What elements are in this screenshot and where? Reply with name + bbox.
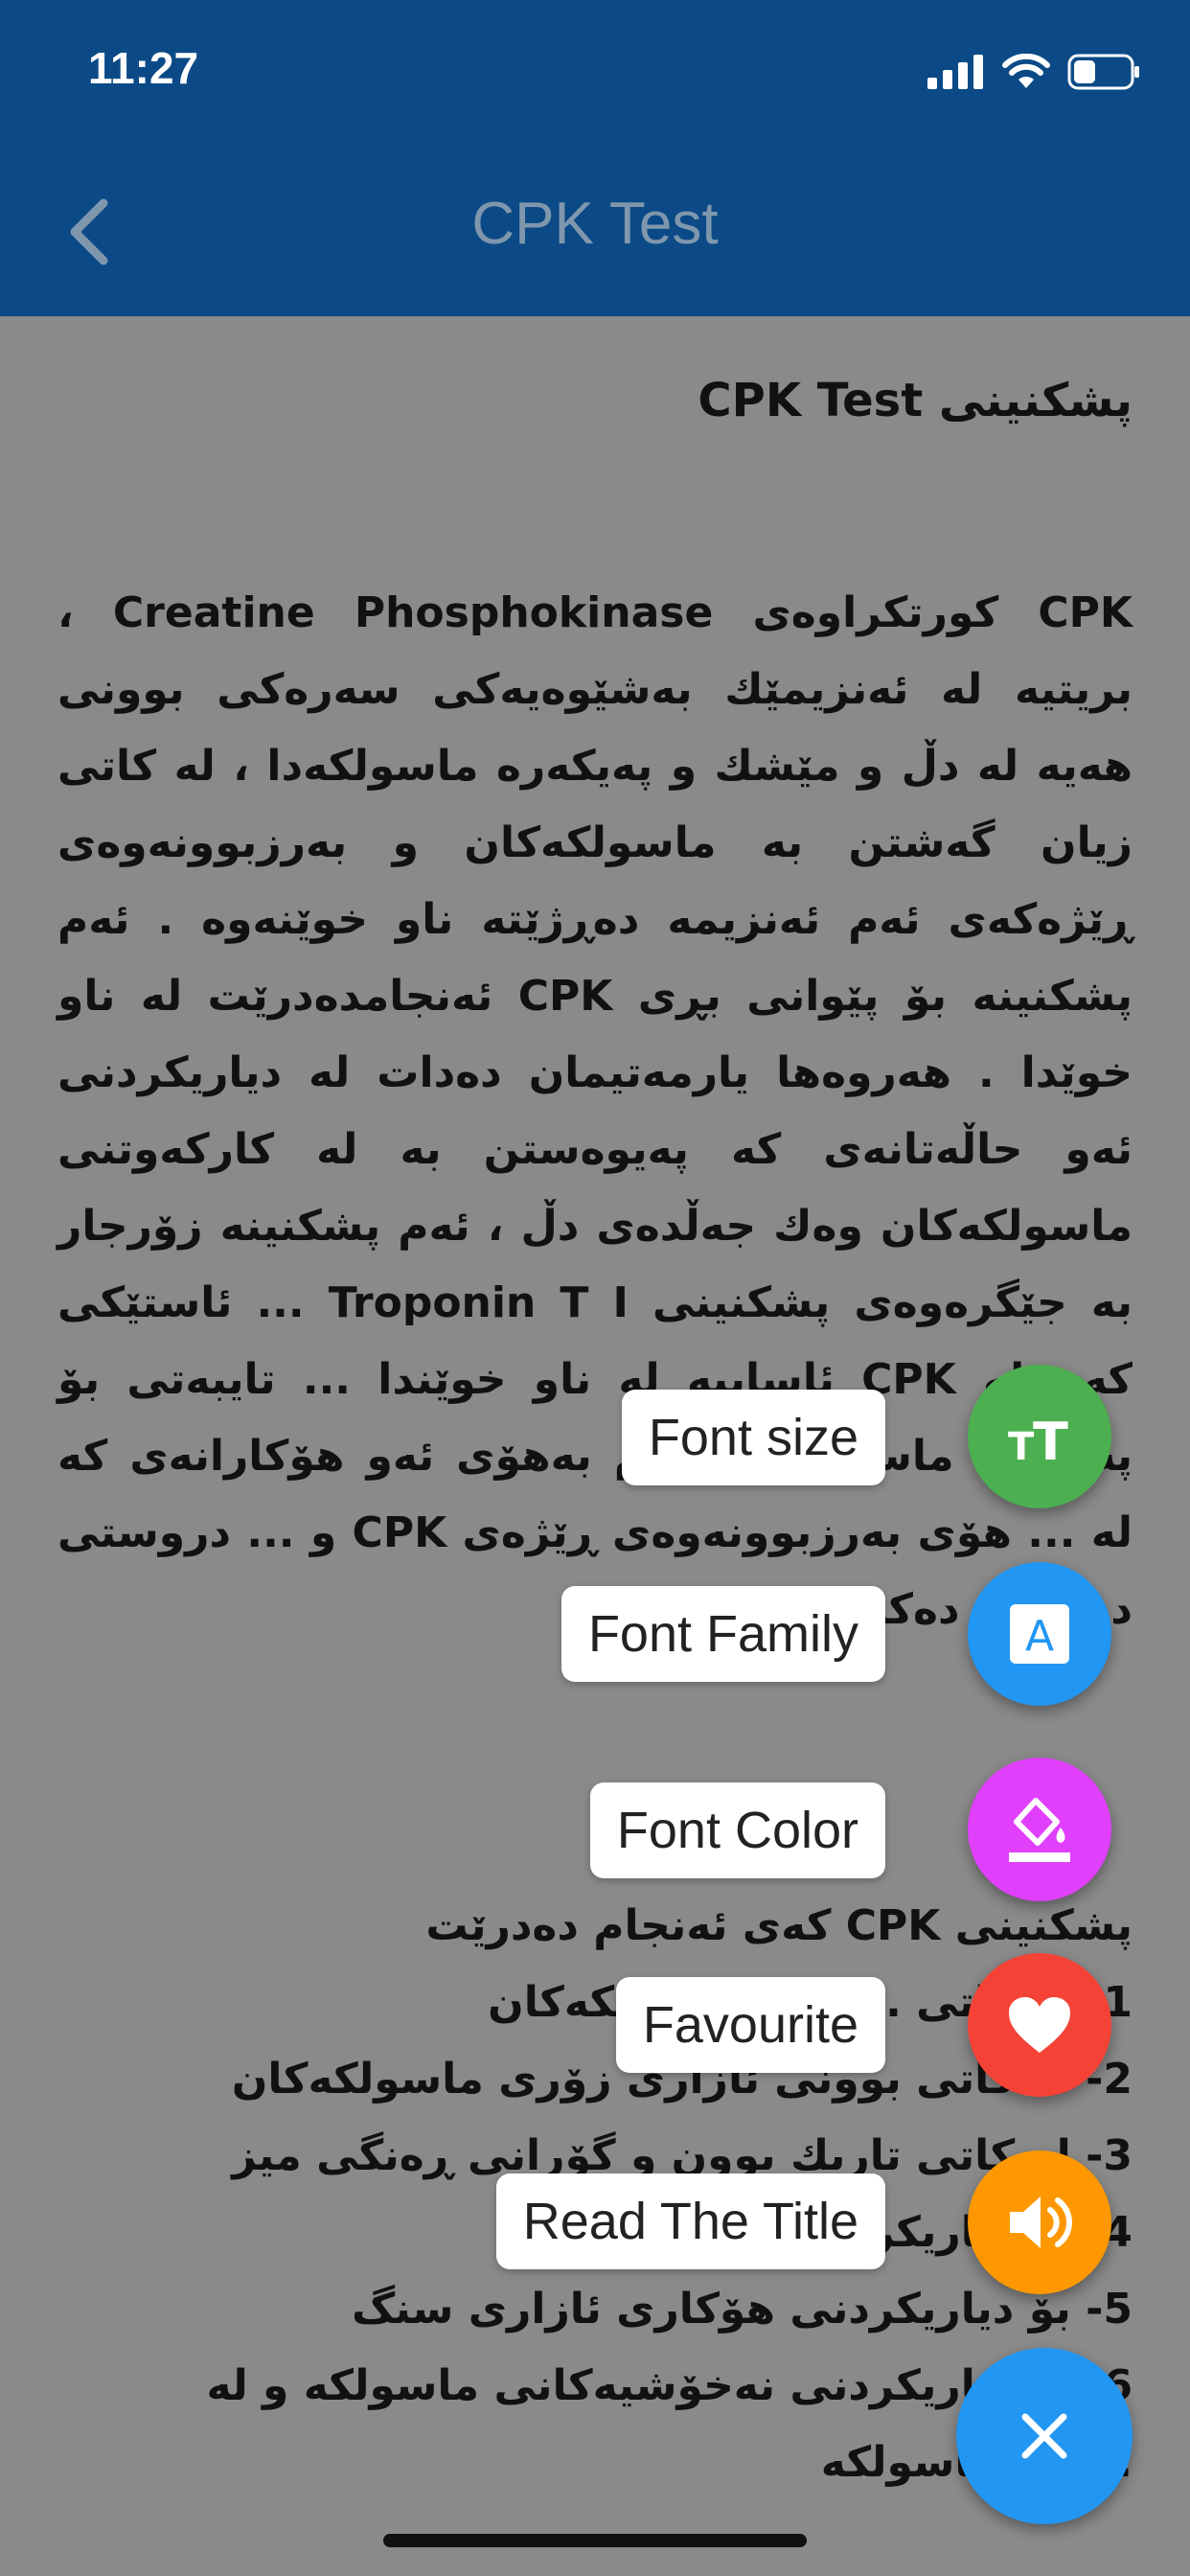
fab-menu: Font size T T Font Family A Font Color F… [0, 0, 1190, 2576]
svg-text:T: T [1033, 1412, 1068, 1465]
favourite-button[interactable] [968, 1953, 1111, 2097]
font-size-button[interactable]: T T [968, 1365, 1111, 1508]
home-indicator[interactable] [383, 2534, 807, 2547]
font-family-label[interactable]: Font Family [561, 1586, 885, 1682]
speaker-icon [1010, 2196, 1072, 2248]
font-family-icon: A [1010, 1604, 1069, 1664]
font-color-button[interactable] [968, 1758, 1111, 1901]
read-title-button[interactable] [968, 2150, 1111, 2294]
svg-text:A: A [1025, 1612, 1054, 1661]
font-color-label[interactable]: Font Color [589, 1782, 885, 1878]
font-family-button[interactable]: A [968, 1562, 1111, 1706]
read-title-label[interactable]: Read The Title [495, 2174, 885, 2269]
font-color-icon [1009, 1798, 1070, 1862]
close-icon [1021, 2413, 1067, 2459]
favourite-label[interactable]: Favourite [615, 1977, 885, 2073]
svg-text:T: T [1008, 1425, 1035, 1465]
font-size-icon: T T [1008, 1412, 1068, 1465]
fab-close-button[interactable] [956, 2348, 1133, 2524]
font-size-label[interactable]: Font size [621, 1390, 885, 1485]
heart-icon [1009, 1997, 1070, 2053]
